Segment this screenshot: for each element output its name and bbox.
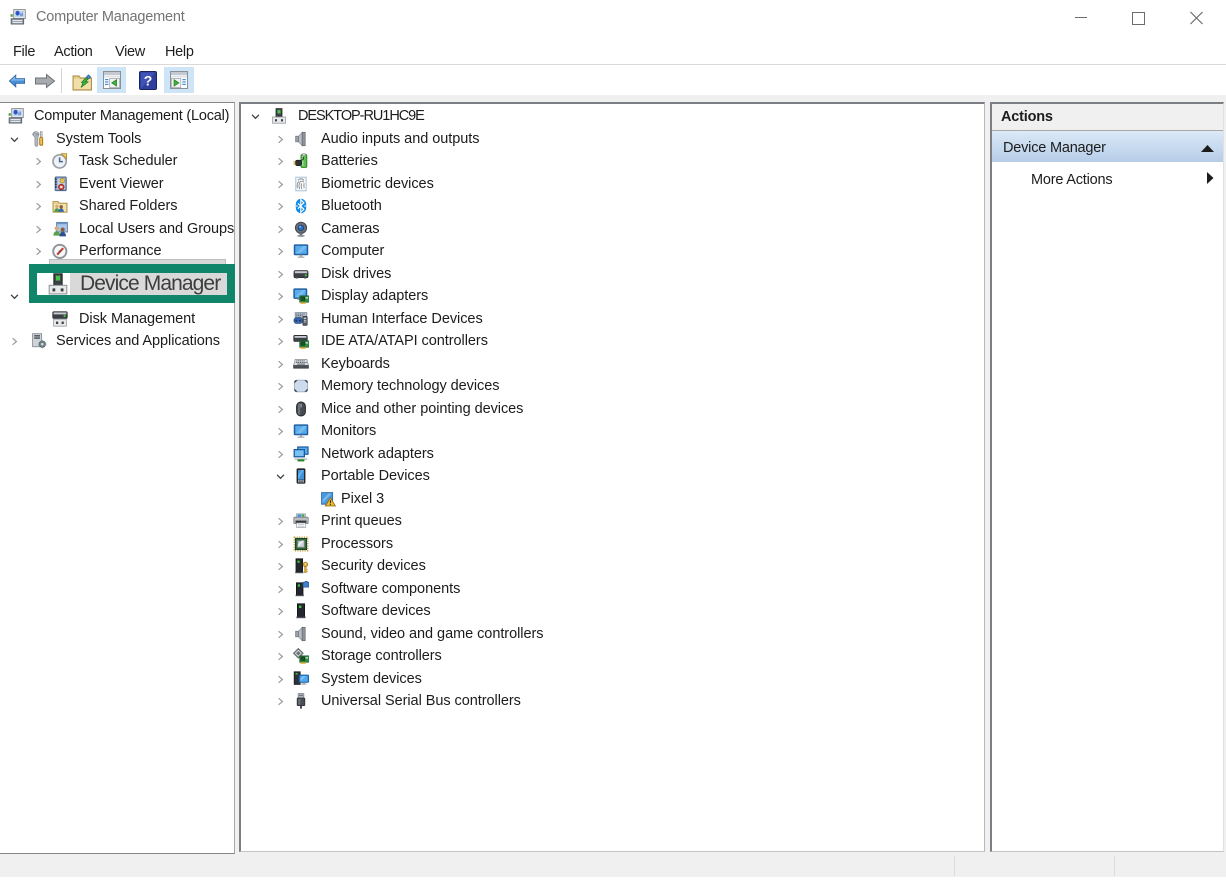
svg-text:?: ? <box>144 73 153 89</box>
